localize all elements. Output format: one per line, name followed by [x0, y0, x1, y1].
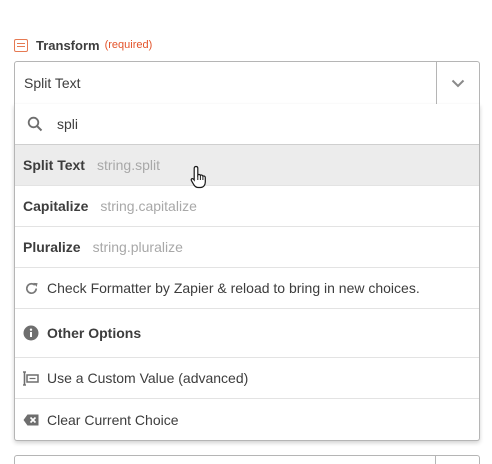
reload-choices-text: Check Formatter by Zapier & reload to br…: [47, 280, 420, 296]
clear-choice-text: Clear Current Choice: [47, 411, 179, 428]
custom-value-icon: [23, 370, 39, 386]
hand-pointer-icon: [190, 165, 206, 189]
clear-choice-row[interactable]: Clear Current Choice: [15, 399, 479, 440]
other-options-header: Other Options: [15, 309, 479, 358]
option-name: Pluralize: [23, 239, 81, 255]
field-label-text: Transform: [36, 37, 100, 53]
search-input[interactable]: [57, 116, 437, 132]
option-key: string.pluralize: [92, 239, 183, 255]
transform-field: Transform (required) Split Text Split Te…: [0, 0, 492, 464]
option-capitalize[interactable]: Capitalize string.capitalize: [15, 186, 479, 227]
dropdown-toggle[interactable]: [436, 62, 479, 104]
next-field-divider: [435, 456, 436, 464]
option-pluralize[interactable]: Pluralize string.pluralize: [15, 227, 479, 268]
option-name: Capitalize: [23, 198, 89, 214]
selected-value: Split Text: [24, 75, 81, 91]
next-field-select[interactable]: [14, 455, 480, 464]
other-options-text: Other Options: [47, 325, 142, 341]
required-tag: (required): [104, 39, 153, 51]
option-key: string.capitalize: [100, 198, 197, 214]
formatter-icon: [14, 38, 28, 52]
reload-choices-row[interactable]: Check Formatter by Zapier & reload to br…: [15, 268, 479, 309]
dropdown-menu: Split Text string.split Capitalize strin…: [14, 104, 480, 441]
custom-value-row[interactable]: Use a Custom Value (advanced): [15, 358, 479, 399]
custom-value-text: Use a Custom Value (advanced): [47, 370, 249, 386]
refresh-icon: [23, 280, 39, 296]
info-icon: [23, 325, 39, 341]
clear-icon: [23, 412, 39, 428]
option-split-text[interactable]: Split Text string.split: [15, 145, 479, 186]
option-key: string.split: [96, 157, 160, 173]
transform-select[interactable]: Split Text: [14, 61, 480, 105]
field-label: Transform (required): [14, 36, 152, 54]
search-row: [15, 104, 479, 145]
chevron-down-icon: [451, 79, 465, 87]
search-icon: [27, 116, 43, 132]
option-name: Split Text: [23, 157, 85, 173]
